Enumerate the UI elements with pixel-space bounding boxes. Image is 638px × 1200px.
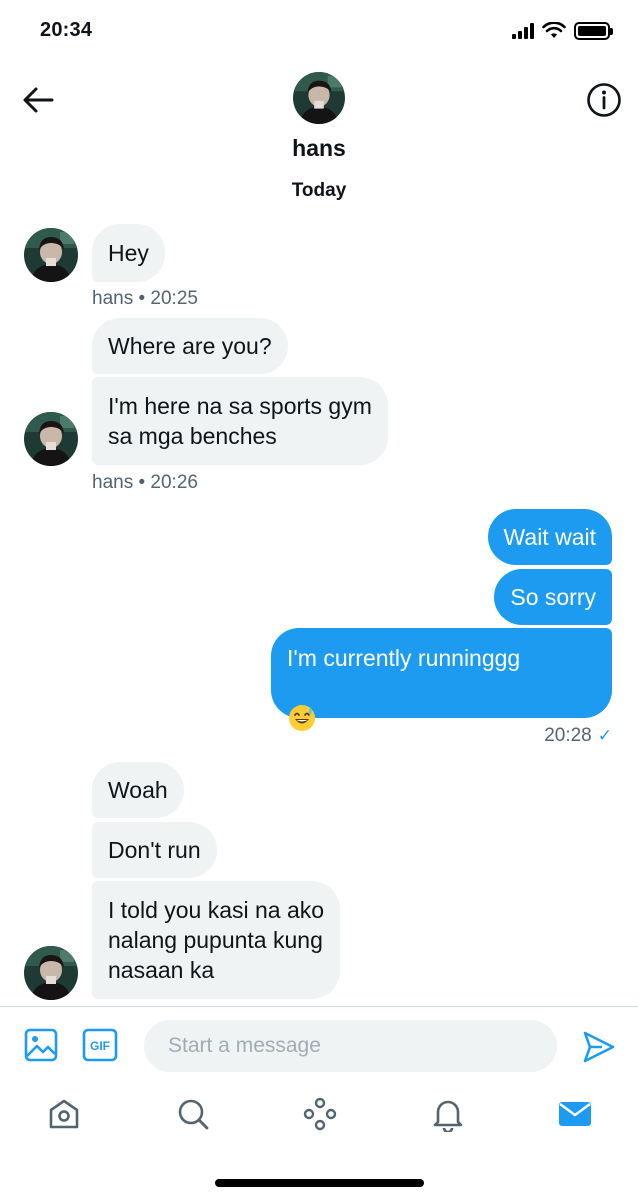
message-input[interactable] bbox=[144, 1020, 557, 1072]
home-icon bbox=[49, 1099, 79, 1129]
search-icon bbox=[178, 1099, 209, 1130]
message-meta: hans • 20:25 bbox=[92, 288, 198, 309]
sender-avatar[interactable] bbox=[24, 412, 78, 466]
composer-divider bbox=[0, 1006, 638, 1007]
status-bar: 20:34 bbox=[0, 0, 638, 62]
back-arrow-icon bbox=[23, 87, 54, 113]
incoming-message[interactable]: I'm here na sa sports gym sa mga benches bbox=[92, 377, 388, 465]
gif-icon: GIF bbox=[82, 1028, 118, 1062]
conversation-name[interactable]: hans bbox=[0, 135, 638, 162]
incoming-message[interactable]: Hey bbox=[92, 224, 165, 282]
info-icon bbox=[587, 83, 621, 117]
send-icon bbox=[583, 1031, 615, 1063]
add-image-button[interactable] bbox=[24, 1028, 60, 1064]
outgoing-message[interactable]: Wait wait bbox=[487, 509, 612, 565]
tab-spaces[interactable] bbox=[302, 1096, 338, 1132]
day-separator: Today bbox=[291, 180, 347, 201]
message-meta: 20:28 ✓ bbox=[544, 725, 612, 747]
gif-label: GIF bbox=[90, 1039, 110, 1053]
sender-avatar[interactable] bbox=[24, 946, 78, 1000]
status-time: 20:34 bbox=[40, 19, 93, 41]
add-gif-button[interactable]: GIF bbox=[82, 1028, 118, 1064]
home-indicator[interactable] bbox=[215, 1179, 424, 1187]
incoming-message[interactable]: Don't run bbox=[92, 822, 217, 878]
mail-icon bbox=[559, 1102, 591, 1126]
outgoing-message[interactable]: So sorry bbox=[494, 569, 612, 625]
outgoing-message[interactable]: I'm currently runninggg bbox=[271, 628, 612, 731]
status-icons bbox=[512, 22, 613, 40]
sender-avatar[interactable] bbox=[24, 228, 78, 282]
bell-icon bbox=[433, 1100, 463, 1134]
battery-icon bbox=[574, 22, 613, 40]
header-avatar[interactable] bbox=[293, 72, 345, 124]
tab-home[interactable] bbox=[46, 1096, 82, 1132]
back-button[interactable] bbox=[18, 80, 58, 120]
tab-messages[interactable] bbox=[557, 1096, 593, 1132]
incoming-message[interactable]: Woah bbox=[92, 762, 184, 818]
message-meta: hans • 20:26 bbox=[92, 472, 198, 493]
sweat-smile-emoji-icon bbox=[287, 673, 317, 731]
info-button[interactable] bbox=[586, 82, 622, 118]
spaces-icon bbox=[303, 1097, 337, 1131]
signal-icon bbox=[512, 23, 534, 39]
message-text: I'm currently runninggg bbox=[287, 645, 521, 671]
send-button[interactable] bbox=[582, 1030, 616, 1064]
read-check-icon: ✓ bbox=[597, 726, 612, 745]
message-time: 20:28 bbox=[544, 725, 592, 746]
tab-search[interactable] bbox=[175, 1096, 211, 1132]
tab-notifications[interactable] bbox=[430, 1096, 466, 1134]
incoming-message[interactable]: Where are you? bbox=[92, 318, 288, 374]
image-icon bbox=[24, 1028, 58, 1062]
incoming-message[interactable]: I told you kasi na ako nalang pupunta ku… bbox=[92, 881, 341, 999]
wifi-icon bbox=[542, 22, 566, 38]
